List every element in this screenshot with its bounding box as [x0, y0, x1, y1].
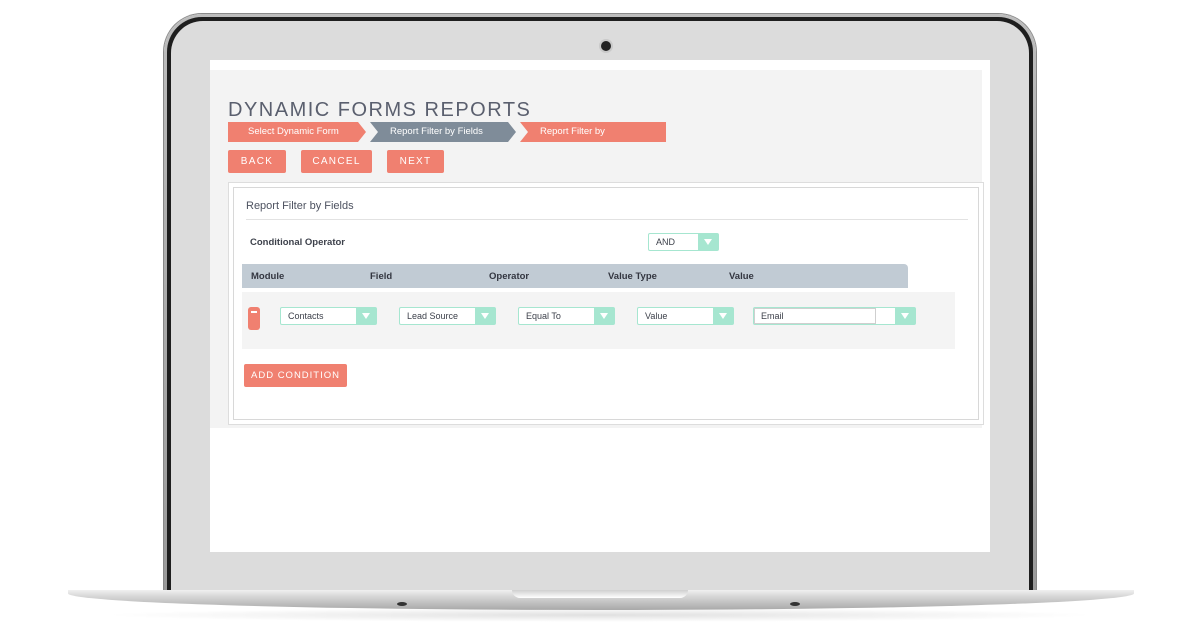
conditional-operator-select[interactable]: AND	[648, 233, 719, 251]
laptop-notch	[512, 590, 688, 598]
module-value: Contacts	[288, 311, 324, 321]
filter-panel: Report Filter by Fields Conditional Oper…	[228, 182, 984, 425]
value-type-value: Value	[645, 311, 668, 321]
remove-condition-button[interactable]	[248, 307, 260, 330]
column-operator: Operator	[489, 271, 530, 282]
page-title: DYNAMIC FORMS REPORTS	[228, 99, 532, 122]
screen: DYNAMIC FORMS REPORTS Select Dynamic For…	[210, 60, 990, 552]
field-select[interactable]: Lead Source	[399, 307, 496, 325]
divider	[246, 219, 968, 220]
step-report-filter-by-questions[interactable]: Report Filter by Questions	[520, 122, 666, 142]
chevron-down-icon	[594, 308, 614, 324]
camera-icon	[601, 41, 611, 51]
value-select[interactable]: Email	[753, 307, 916, 325]
value-input[interactable]: Email	[754, 308, 876, 324]
laptop-shadow	[100, 608, 1100, 622]
column-value-type: Value Type	[608, 271, 657, 282]
operator-select[interactable]: Equal To	[518, 307, 615, 325]
module-select[interactable]: Contacts	[280, 307, 377, 325]
chevron-down-icon	[698, 234, 718, 250]
back-button[interactable]: BACK	[228, 150, 286, 173]
panel-title: Report Filter by Fields	[246, 200, 354, 212]
chevron-down-icon	[475, 308, 495, 324]
step-select-dynamic-form[interactable]: Select Dynamic Form	[228, 122, 366, 142]
add-condition-button[interactable]: ADD CONDITION	[244, 364, 347, 387]
chevron-down-icon	[713, 308, 733, 324]
step-report-filter-by-fields[interactable]: Report Filter by Fields	[370, 122, 516, 142]
next-button[interactable]: NEXT	[387, 150, 444, 173]
cancel-button[interactable]: CANCEL	[301, 150, 372, 173]
condition-row: Contacts Lead Source Equal To Value Emai…	[242, 292, 955, 349]
wizard-steps: Select Dynamic Form Report Filter by Fie…	[228, 122, 670, 142]
column-value: Value	[729, 271, 754, 282]
chevron-down-icon	[895, 308, 915, 324]
column-module: Module	[251, 271, 285, 282]
conditions-table-header: Module Field Operator Value Type Value	[242, 264, 908, 288]
laptop-foot	[790, 602, 800, 606]
laptop-foot	[397, 602, 407, 606]
chevron-down-icon	[356, 308, 376, 324]
operator-value: Equal To	[526, 311, 561, 321]
field-value: Lead Source	[407, 311, 459, 321]
column-field: Field	[370, 271, 393, 282]
conditional-operator-label: Conditional Operator	[250, 237, 345, 248]
app-content: DYNAMIC FORMS REPORTS Select Dynamic For…	[210, 70, 984, 428]
action-buttons: BACK CANCEL NEXT	[228, 150, 444, 173]
conditional-operator-value: AND	[656, 237, 676, 247]
value-type-select[interactable]: Value	[637, 307, 734, 325]
